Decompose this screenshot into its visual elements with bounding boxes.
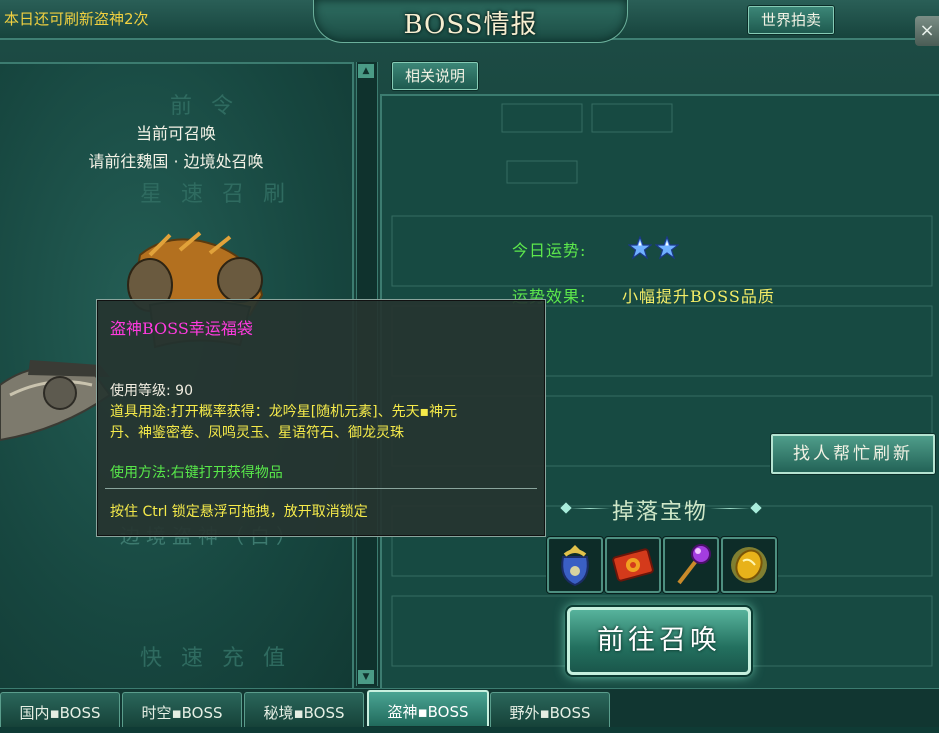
luck-today-label: 今日运势:	[512, 241, 587, 260]
drop-item-slot[interactable]	[721, 537, 777, 593]
world-auction-button[interactable]: 世界拍卖	[748, 6, 834, 34]
summon-status: 当前可召唤	[135, 124, 216, 143]
tab-thief-god-boss[interactable]: 盗神▪BOSS	[367, 690, 489, 726]
drops-title: 掉落宝物	[611, 500, 708, 525]
go-summon-button[interactable]: 前往召唤	[567, 607, 751, 675]
refresh-count-notice: 本日还可刷新盗神2次	[4, 10, 149, 28]
golden-jade-icon	[731, 547, 767, 583]
drop-item-slot[interactable]	[663, 537, 719, 593]
title-plaque: BOSS情报	[313, 0, 628, 43]
tooltip-method: 使用方法:右键打开获得物品	[110, 465, 283, 481]
tooltip-usage-line: 道具用途:打开概率获得：龙吟星[随机元素]、先天▪神元	[110, 404, 458, 420]
tooltip-usage-line: 丹、神鉴密卷、凤鸣灵玉、星语符石、御龙灵珠	[110, 425, 404, 441]
tab-wild-boss[interactable]: 野外▪BOSS	[490, 692, 610, 727]
tooltip-title: 盗神BOSS幸运福袋	[110, 319, 253, 338]
help-refresh-button[interactable]: 找人帮忙刷新	[771, 434, 935, 474]
luck-star-icon	[628, 236, 652, 260]
drop-item-slot[interactable]	[605, 537, 661, 593]
luck-effect-value: 小幅提升BOSS品质	[622, 287, 775, 306]
summon-location: 请前往魏国 · 边境处召唤	[88, 152, 264, 171]
window-title: BOSS情报	[403, 10, 538, 40]
divider	[710, 508, 750, 509]
faint-background-text: 快 速 充 值	[140, 646, 291, 671]
luck-star-icon	[655, 236, 679, 260]
red-token-icon	[612, 548, 654, 582]
tooltip-level: 使用等级: 90	[110, 383, 193, 399]
faint-background-text: 前 令	[170, 94, 239, 119]
tooltip-divider	[105, 488, 537, 489]
drop-item-slot[interactable]	[547, 537, 603, 593]
tab-secret-realm-boss[interactable]: 秘境▪BOSS	[244, 692, 364, 727]
explanation-tab[interactable]: 相关说明	[392, 62, 478, 90]
scroll-up-icon[interactable]: ▲	[358, 64, 374, 78]
scroll-down-icon[interactable]: ▼	[358, 670, 374, 684]
blue-pouch-icon	[561, 545, 589, 587]
tooltip-lock-hint: 按住 Ctrl 锁定悬浮可拖拽，放开取消锁定	[110, 504, 368, 520]
purple-scepter-icon	[677, 544, 711, 585]
close-icon[interactable]: ×	[915, 16, 939, 46]
faint-background-text: 星 速 召 刷	[140, 182, 291, 207]
item-tooltip: 盗神BOSS幸运福袋 使用等级: 90 道具用途:打开概率获得：龙吟星[随机元素…	[96, 299, 546, 537]
tab-spacetime-boss[interactable]: 时空▪BOSS	[122, 692, 242, 727]
tab-domestic-boss[interactable]: 国内▪BOSS	[0, 692, 120, 727]
